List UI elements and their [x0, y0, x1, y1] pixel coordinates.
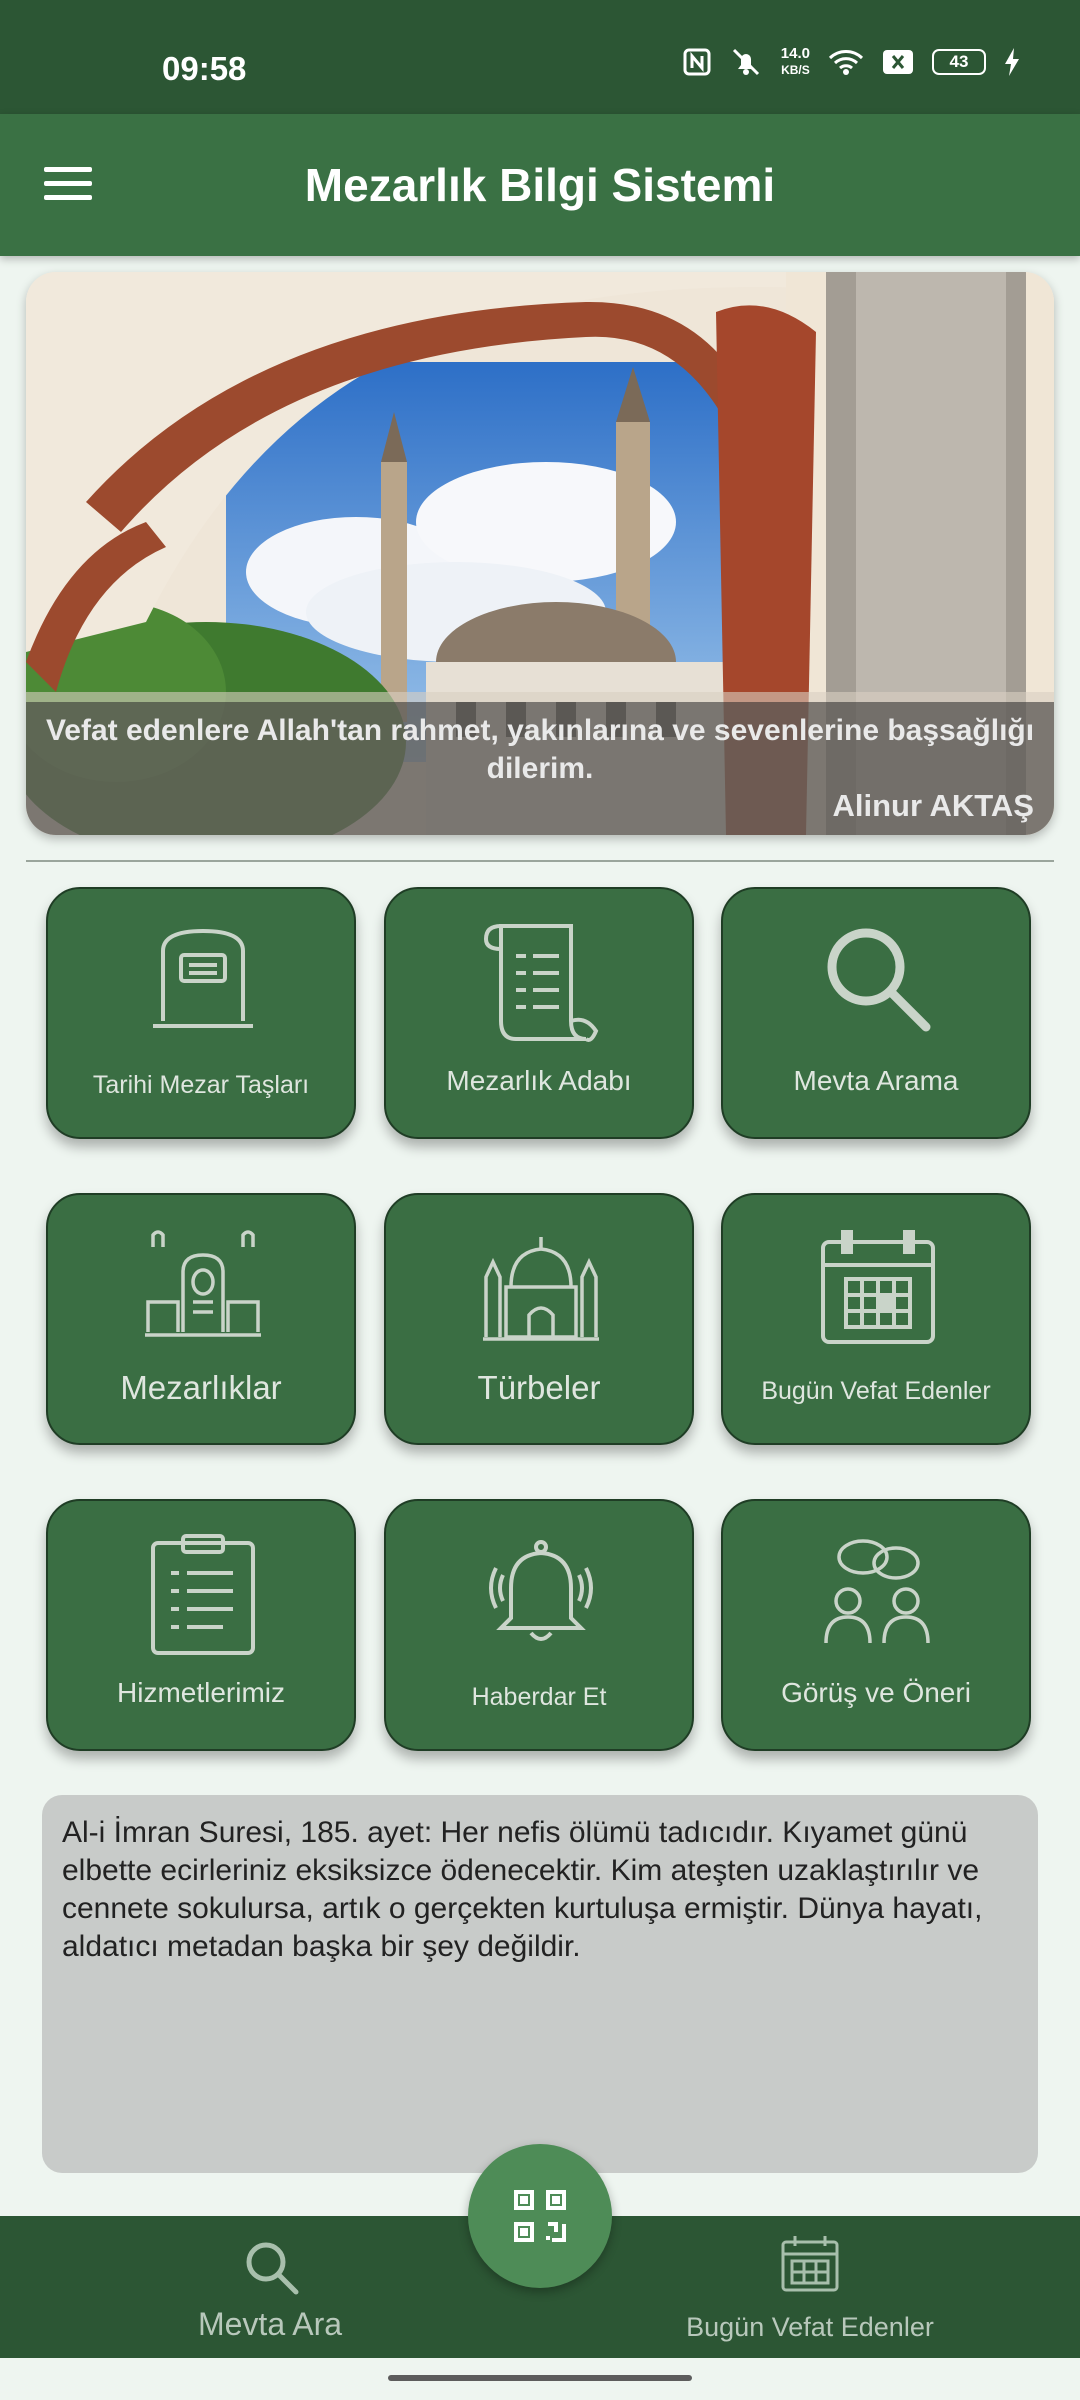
banner-quote: Vefat edenlere Allah'tan rahmet, yakınla…: [45, 714, 1035, 785]
search-icon: [827, 928, 931, 1032]
mosque-icon: [483, 1237, 599, 1341]
sim-x-icon: [883, 50, 913, 74]
gesture-bar: [388, 2375, 692, 2381]
tile-gorus-ve-oneri[interactable]: Görüş ve Öneri: [721, 1499, 1031, 1751]
qr-scan-button[interactable]: [468, 2144, 612, 2288]
battery-indicator: 43: [932, 49, 986, 75]
clipboard-icon: [151, 1534, 255, 1655]
nav-bugun-vefat-edenler[interactable]: Bugün Vefat Edenler: [660, 2216, 960, 2358]
tile-label: Türbeler: [477, 1369, 601, 1406]
nav-label: Bugün Vefat Edenler: [686, 2312, 934, 2342]
nfc-icon: [683, 48, 711, 76]
mute-bell-icon: [732, 48, 759, 76]
nav-mevta-ara[interactable]: Mevta Ara: [170, 2216, 370, 2358]
feedback-icon: [824, 1539, 930, 1644]
banner-author: Alinur AKTAŞ: [832, 788, 1035, 823]
qr-code-icon: [514, 2190, 566, 2242]
tile-label: Tarihi Mezar Taşları: [92, 1071, 310, 1099]
charging-icon: [1005, 48, 1019, 76]
nav-label: Mevta Ara: [197, 2306, 343, 2342]
tile-mezarliklar[interactable]: Mezarlıklar: [46, 1193, 356, 1445]
tile-tarihi-mezar-taslari[interactable]: Tarihi Mezar Taşları: [46, 887, 356, 1139]
verse-text: Al-i İmran Suresi, 185. ayet: Her nefis …: [62, 1816, 983, 1963]
app-bar: Mezarlık Bilgi Sistemi: [0, 114, 1080, 256]
search-icon: [246, 2242, 299, 2295]
tile-label: Mezarlıklar: [120, 1369, 282, 1406]
cemetery-icon: [145, 1230, 261, 1337]
tile-label: Mezarlık Adabı: [446, 1065, 632, 1096]
tile-turbeler[interactable]: Türbeler: [384, 1193, 694, 1445]
calendar-icon: [781, 2236, 839, 2292]
divider: [26, 860, 1054, 862]
bell-icon: [489, 1540, 593, 1641]
wifi-icon: [828, 50, 864, 75]
scroll-icon: [483, 924, 599, 1042]
tile-label: Hizmetlerimiz: [117, 1677, 285, 1708]
calendar-icon: [821, 1230, 935, 1344]
tile-label: Görüş ve Öneri: [781, 1677, 971, 1708]
status-bar: 09:58 14.0 KB/S 43: [0, 0, 1080, 114]
tile-bugun-vefat-edenler[interactable]: Bugün Vefat Edenler: [721, 1193, 1031, 1445]
app-title: Mezarlık Bilgi Sistemi: [304, 159, 776, 211]
tile-label: Mevta Arama: [793, 1065, 959, 1096]
status-icons: 14.0 KB/S 43: [683, 46, 1020, 78]
tile-mevta-arama[interactable]: Mevta Arama: [721, 887, 1031, 1139]
tile-mezarlik-adabi[interactable]: Mezarlık Adabı: [384, 887, 694, 1139]
tile-haberdar-et[interactable]: Haberdar Et: [384, 1499, 694, 1751]
net-speed: 14.0 KB/S: [780, 45, 810, 78]
tile-label: Haberdar Et: [471, 1683, 607, 1711]
tile-label: Bugün Vefat Edenler: [761, 1377, 991, 1405]
tile-hizmetlerimiz[interactable]: Hizmetlerimiz: [46, 1499, 356, 1751]
gravestone-icon: [153, 928, 253, 1028]
status-time: 09:58: [162, 50, 247, 87]
